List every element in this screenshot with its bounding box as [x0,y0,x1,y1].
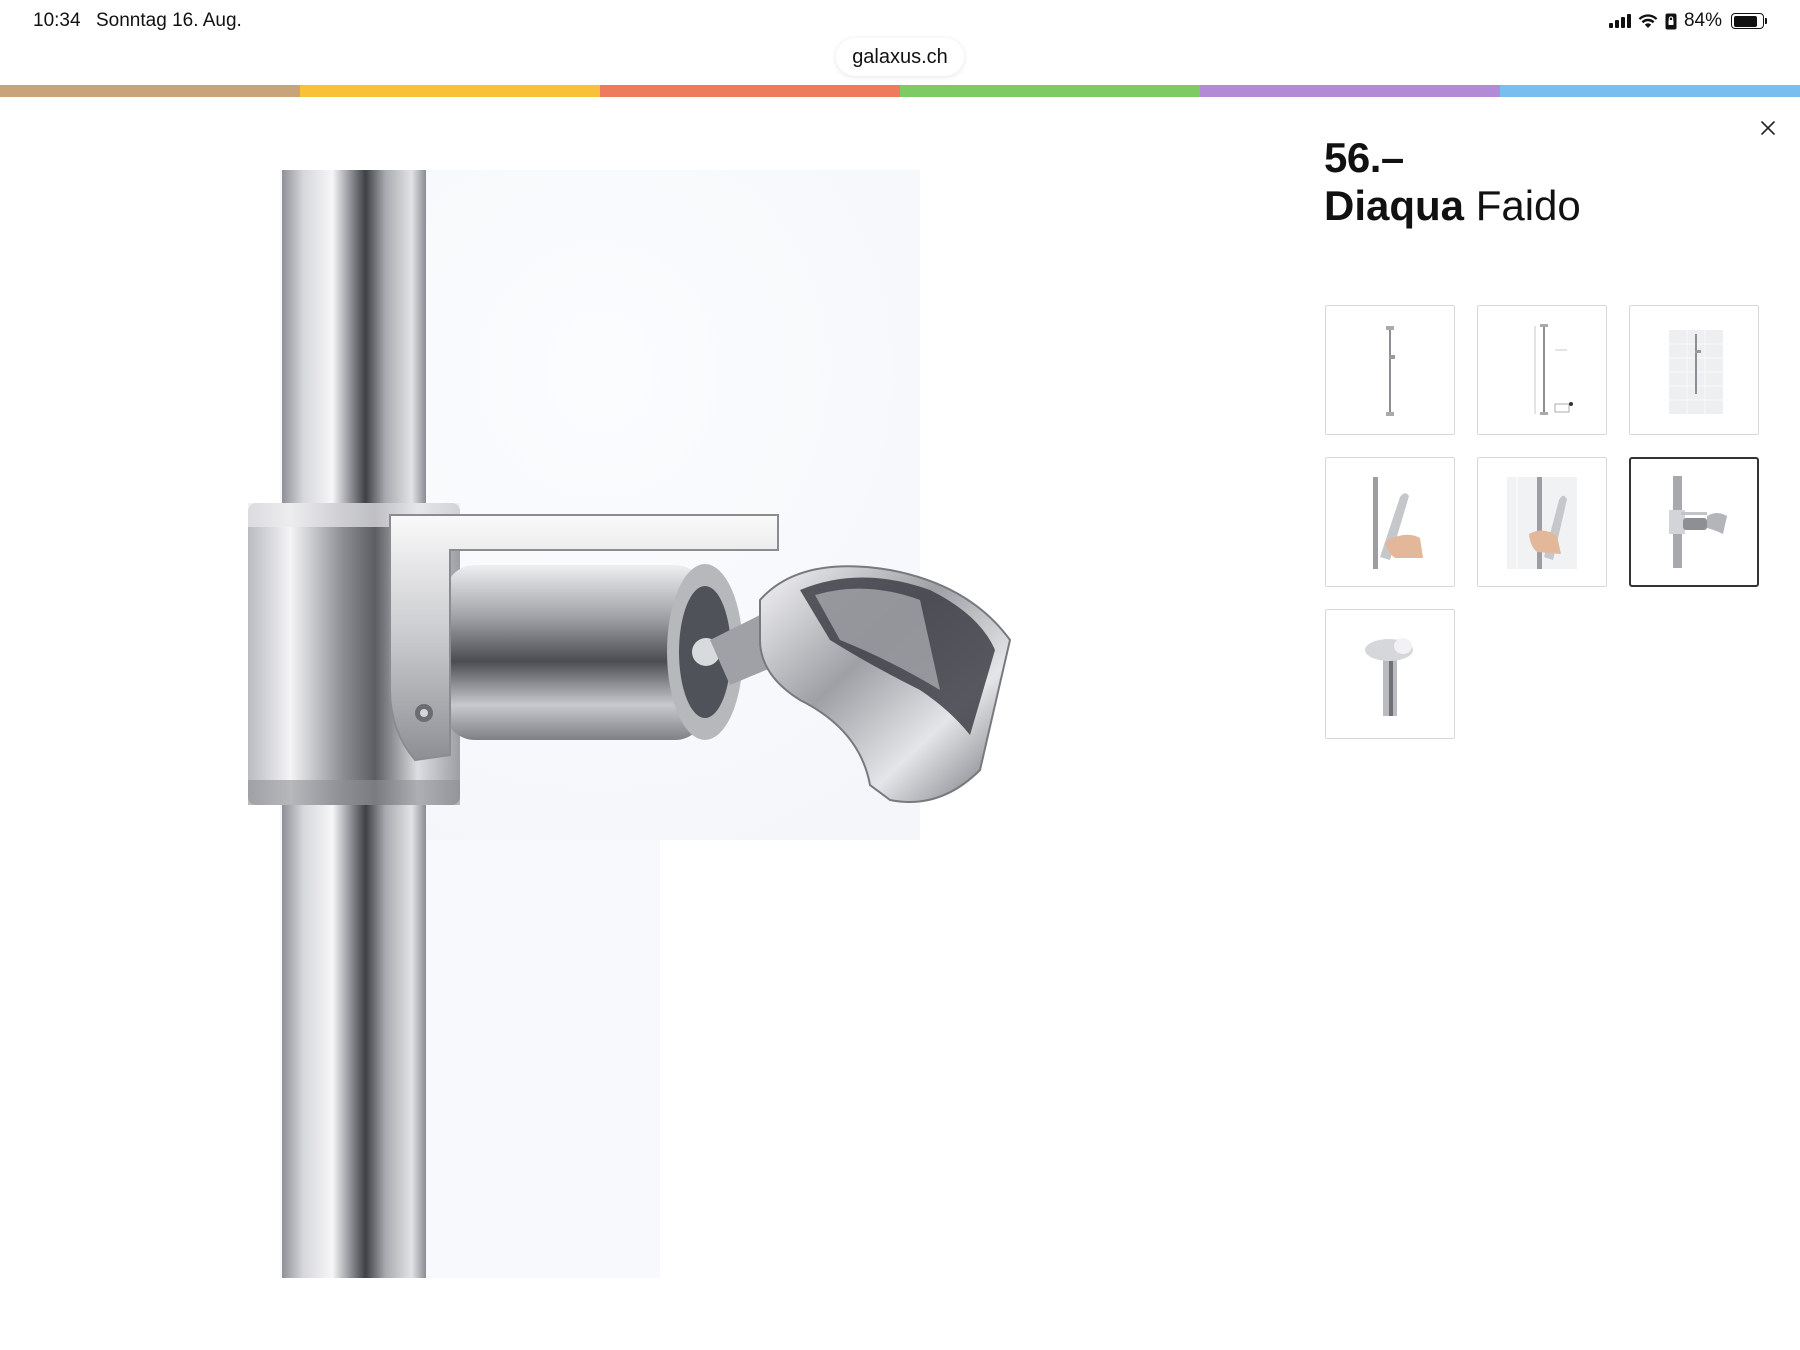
thumbnail-gallery [1325,305,1760,739]
shower-holder-image [248,170,1012,1278]
status-time: 10:34 [33,10,81,31]
product-model: Faido [1475,182,1581,229]
color-strip-segment-1 [0,85,300,97]
status-indicators: 84% [1608,9,1767,33]
color-strip-segment-3 [600,85,900,97]
thumbnail-5[interactable] [1477,457,1607,587]
battery-icon [1731,13,1767,29]
thumbnail-3[interactable] [1629,305,1759,435]
brand-color-strip [0,85,1800,97]
thumb-rail-hand [1373,477,1423,569]
color-strip-segment-2 [300,85,600,97]
thumbnail-4[interactable] [1325,457,1455,587]
product-price: 56.– [1324,134,1404,181]
thumb-holder-closeup [1669,476,1727,568]
thumbnail-2[interactable] [1477,305,1607,435]
thumb-rail-tiles [1669,330,1723,414]
thumb-rail-hand-tiles [1507,477,1577,569]
product-brand[interactable]: Diaqua [1324,182,1464,229]
thumbnail-1[interactable] [1325,305,1455,435]
signal-icon [1608,14,1631,28]
status-date: Sonntag 16. Aug. [96,10,242,31]
address-bar[interactable]: galaxus.ch [836,38,964,76]
thumb-rail-dimensions [1534,324,1573,415]
color-strip-segment-5 [1200,85,1500,97]
color-strip-segment-6 [1500,85,1800,97]
battery-percent: 84% [1683,10,1722,31]
product-title-block: 56.– Diaqua Faido [1324,134,1764,230]
thumb-rail-front [1386,326,1395,416]
color-strip-segment-4 [900,85,1200,97]
thumb-wall-mount [1365,638,1413,716]
battery-fill [1733,15,1758,27]
wifi-icon [1638,14,1658,28]
thumbnail-6[interactable] [1629,457,1759,587]
product-main-image[interactable] [240,170,1040,1278]
thumbnail-7[interactable] [1325,609,1455,739]
lock-rotation-icon [1665,13,1677,29]
product-name: Diaqua Faido [1324,182,1764,230]
